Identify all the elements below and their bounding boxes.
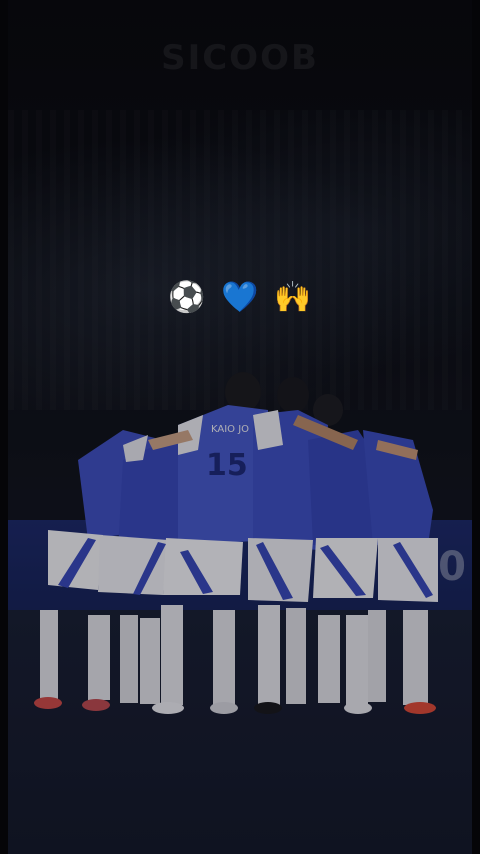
blue-heart-icon: 💙 [221,280,259,315]
emoji-caption: ⚽ 💙 🙌 [0,278,480,318]
raising-hands-icon: 🙌 [274,280,312,315]
video-frame: SICOOB 00 KAIO JO 15 ⚽ 💙 🙌 [0,0,480,854]
soccer-ball-icon: ⚽ [168,280,206,315]
dim-overlay [8,0,472,854]
team-huddle-photo: SICOOB 00 KAIO JO 15 [8,0,472,854]
